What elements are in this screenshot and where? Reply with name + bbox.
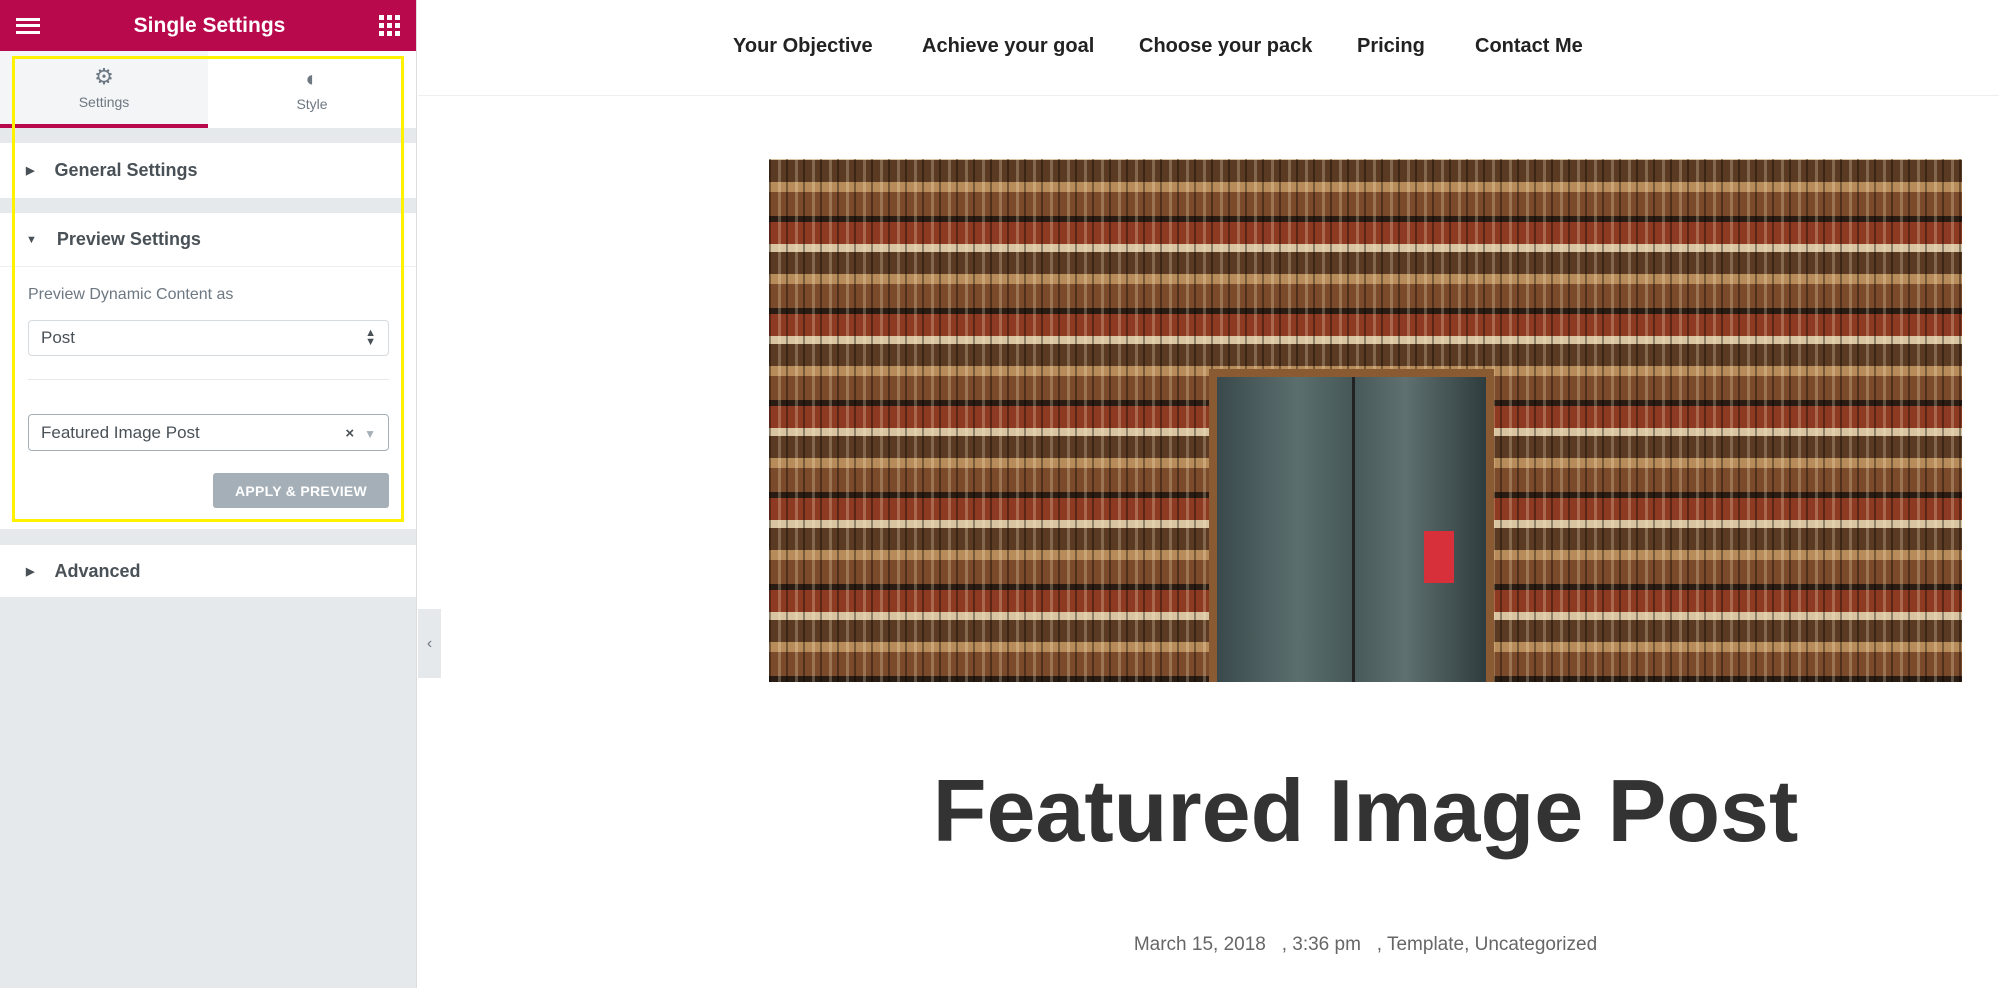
section-advanced[interactable]: ▶ Advanced	[0, 545, 416, 597]
apply-preview-button[interactable]: APPLY & PREVIEW	[213, 473, 389, 508]
preview-type-select[interactable]: Post ▲ ▼	[28, 320, 389, 356]
preview-post-select[interactable]: Featured Image Post × ▼	[28, 414, 389, 451]
tab-settings[interactable]: ⚙ Settings	[0, 51, 208, 128]
caret-right-icon: ▶	[26, 165, 35, 177]
tab-label: Settings	[78, 93, 130, 110]
widgets-grid-icon[interactable]	[379, 15, 400, 36]
nav-achieve-your-goal[interactable]: Achieve your goal	[922, 35, 1094, 58]
hamburger-menu-icon[interactable]	[16, 17, 40, 34]
gear-icon: ⚙	[94, 63, 114, 89]
post-date: March 15, 2018	[1133, 934, 1266, 955]
section-preview-settings[interactable]: ▼ Preview Settings	[0, 213, 416, 267]
tab-label: Style	[296, 95, 328, 112]
caret-down-icon: ▼	[26, 233, 37, 246]
post-title: Featured Image Post	[932, 761, 1799, 860]
section-label: Preview Settings	[56, 229, 201, 249]
preview-settings-panel: ▼ Preview Settings Preview Dynamic Conten…	[0, 213, 416, 529]
select-value: Featured Image Post	[41, 422, 200, 442]
featured-image	[769, 159, 1962, 682]
post-meta: March 15, 2018 , 3:36 pm , Template, Unc…	[769, 934, 1962, 956]
site-navigation: Your Objective Achieve your goal Choose …	[418, 0, 1999, 96]
nav-contact-me[interactable]: Contact Me	[1475, 35, 1583, 58]
section-general-settings[interactable]: ▶ General Settings	[0, 143, 416, 198]
sidebar-header: Single Settings	[0, 0, 416, 51]
nav-pricing[interactable]: Pricing	[1357, 35, 1425, 58]
clear-icon[interactable]: ×	[345, 425, 354, 442]
chevron-down-icon: ▼	[364, 426, 376, 441]
updown-arrows-icon: ▲ ▼	[365, 327, 376, 348]
panel-title: Single Settings	[133, 13, 286, 37]
caret-right-icon: ▶	[26, 565, 35, 578]
editor-sidebar: Single Settings ⚙ Settings ◐ Style ▶ Genera…	[0, 0, 417, 988]
collapse-panel-handle[interactable]: ‹	[418, 609, 441, 678]
section-label: Advanced	[54, 560, 141, 581]
select-value: Post	[41, 328, 76, 347]
preview-as-label: Preview Dynamic Content as	[28, 286, 234, 303]
nav-choose-your-pack[interactable]: Choose your pack	[1139, 35, 1312, 58]
post-time: , 3:36 pm	[1281, 934, 1361, 955]
door-sign-detail	[1424, 531, 1454, 583]
half-circle-icon: ◐	[305, 65, 319, 91]
chevron-left-icon: ‹	[426, 634, 433, 652]
post-categories[interactable]: , Template, Uncategorized	[1377, 934, 1597, 955]
nav-your-objective[interactable]: Your Objective	[733, 35, 873, 58]
section-label: General Settings	[54, 160, 198, 180]
door-image-detail	[1209, 369, 1494, 682]
divider	[28, 379, 389, 380]
panel-tabs: ⚙ Settings ◐ Style	[0, 51, 416, 128]
tab-style[interactable]: ◐ Style	[208, 51, 416, 128]
